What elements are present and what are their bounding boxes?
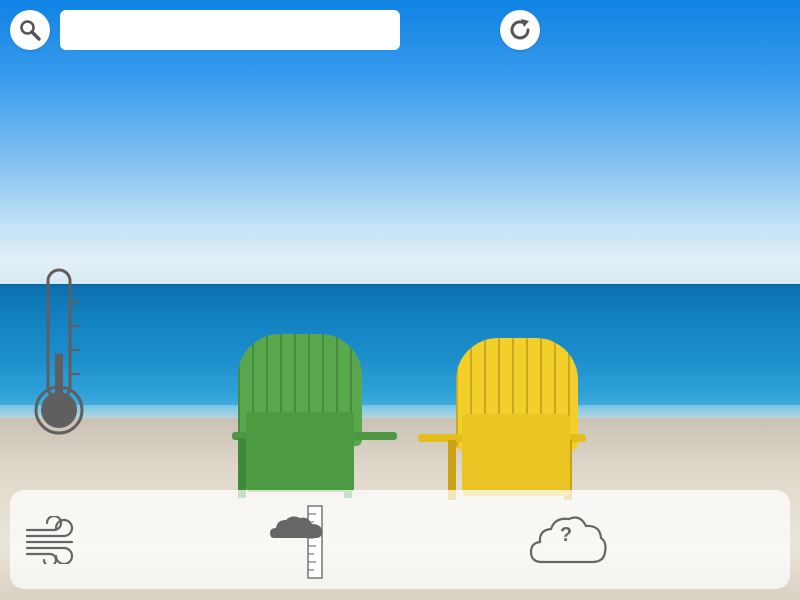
- conditions-panel: ?: [10, 490, 790, 589]
- unknown-weather-symbol: ?: [559, 524, 573, 546]
- yellow-beach-chair: [418, 338, 588, 500]
- refresh-icon: [510, 19, 530, 40]
- weather-app: ?: [0, 0, 800, 600]
- search-input[interactable]: [60, 10, 400, 50]
- search-button[interactable]: [10, 10, 50, 50]
- thermometer: [30, 268, 90, 438]
- green-beach-chair: [232, 334, 402, 498]
- wind-icon: [25, 516, 74, 564]
- unknown-weather: ?: [528, 512, 608, 568]
- search-icon: [20, 20, 41, 41]
- thermometer-fill: [55, 353, 63, 404]
- refresh-button[interactable]: [500, 10, 540, 50]
- horizon-haze: [0, 238, 800, 286]
- thermometer-icon: [34, 268, 84, 435]
- cloud-rain-gauge-icon: [270, 505, 323, 579]
